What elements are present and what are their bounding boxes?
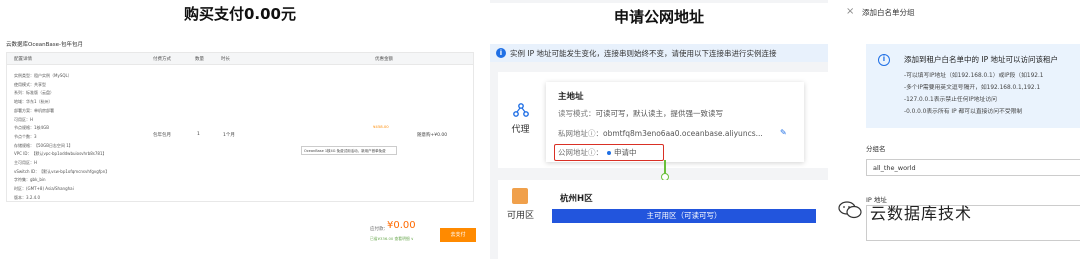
zone-side-label: 可用区 [506,211,534,221]
config-line: 版本：3.2.4.0 [14,194,40,200]
public-address-heading: 申请公网地址 [490,3,828,47]
table-row: 实例类型：租户实例（MySQL） 使用模式：共享型 系列：标准版（云盘） 地域：… [7,66,473,202]
config-line: VPC ID：【默认vpc-bp1oddwbuiosvhrb8s781】 [14,151,107,157]
proxy-label: 代理 [511,125,530,135]
public-address-label: 公网地址 [558,148,588,157]
network-icon [513,103,529,117]
zone-icon [512,188,528,204]
pay-button[interactable]: 去支付 [440,228,476,242]
duration-cell: 1个月 [223,133,235,138]
pay-amount: ¥0.00 [387,220,416,231]
pay-label: 应付款： [370,227,388,232]
info-line: -多个IP需要用英文逗号隔开，如192.168.0.1,192.1 [904,85,1041,91]
notice-text: 实例 IP 地址可能发生变化，连接串则始终不变，请使用以下连接串进行实例连接 [510,49,777,58]
config-line: 实例类型：租户实例（MySQL） [14,73,72,78]
config-line: 地域：华东1（杭州） [14,99,53,105]
order-title: 云数据库OceanBase-包年包月 [6,42,83,48]
config-line: 节点个数：3 [14,133,37,139]
info-line: -0.0.0.0表示所有 IP 都可以直接访问不受限制 [904,109,1023,115]
header-discount: 优惠金额 [375,57,393,62]
pay-type-cell: 包年包月 [153,133,171,138]
group-name-input[interactable]: all_the_world [866,159,1080,176]
header-config: 配置详情 [14,57,32,62]
pay-savings[interactable]: 已省¥336.00 查看明细 ∨ [370,236,414,242]
config-line: 部署方案：单机房部署 [14,107,54,113]
private-address-value[interactable]: obmtfq8m3eno6aa0.oceanbase.aliyuncs... [603,129,763,138]
config-details: 实例类型：租户实例（MySQL） 使用模式：共享型 系列：标准版（云盘） 地域：… [14,72,109,203]
primary-zone-bar[interactable]: 主可用区（可读可写） [552,209,816,223]
config-line: 存储规格：【50GB日志空间 1】 [14,142,73,148]
help-icon: ⓘ： [588,148,603,157]
rw-mode-value: 可读可写，默认读主，提供强一致读写 [595,109,724,118]
info-heading: 添加到租户白名单中的 IP 地址可以访问该租户 [904,55,1059,64]
private-address-line: 私网地址ⓘ：obmtfq8m3eno6aa0.oceanbase.aliyunc… [558,128,763,139]
group-name-label: 分组名 [866,145,886,153]
popup-title: 主地址 [558,92,584,102]
address-popup: 主地址 读写模式：可读可写，默认读主，提供强一致读写 私网地址ⓘ：obmtfq8… [546,82,804,162]
price-small: ¥458.00 [373,124,389,129]
zone-name: 杭州H区 [560,194,593,204]
order-table: 配置详情 付费方式 数量 时长 优惠金额 实例类型：租户实例（MySQL） 使用… [6,52,474,202]
status-dot-icon [607,150,611,155]
config-line: 主可用区：H [14,160,38,166]
config-line: vSwitch ID：【默认vsw-bp1ofqmcnsvhfgvgfpn】 [14,168,110,174]
close-icon[interactable]: × [846,6,854,17]
public-address-panel: 申请公网地址 i 实例 IP 地址可能发生变化，连接串则始终不变，请使用以下连接… [490,0,828,259]
config-line: 系列：标准版（云盘） [14,90,54,96]
header-quantity: 数量 [195,57,204,62]
header-duration: 时长 [221,57,230,62]
quantity-cell: 1 [197,132,200,137]
drawer-title: 添加白名单分组 [862,8,915,17]
info-line: -127.0.0.1表示禁止任何IP地址访问 [904,97,997,103]
help-icon: ⓘ： [588,129,603,138]
rw-mode-label: 读写模式： [558,109,596,118]
whitelist-drawer: × 添加白名单分组 i 添加到租户白名单中的 IP 地址可以访问该租户 -可以填… [838,0,1080,259]
proxy-side: 代理 [498,72,543,168]
header-pay-type: 付费方式 [153,57,171,62]
purchase-heading: 购买支付0.00元 [183,5,296,23]
order-table-header: 配置详情 付费方式 数量 时长 优惠金额 [7,53,473,65]
rw-mode-line: 读写模式：可读可写，默认读主，提供强一致读写 [558,108,723,119]
discount-cell: 随意购+¥0.00 [417,133,448,138]
wechat-icon [838,201,862,219]
config-line: 字符集：gbk_bin [14,177,46,183]
public-address-line: 公网地址ⓘ： 申请中 [558,147,637,158]
private-address-label: 私网地址 [558,129,588,138]
notice-bar: i 实例 IP 地址可能发生变化，连接串则始终不变，请使用以下连接串进行实例连接 [490,44,828,62]
proxy-card: 代理 主地址 读写模式：可读可写，默认读主，提供强一致读写 私网地址ⓘ：obmt… [498,72,828,168]
edit-icon[interactable]: ✎ [780,128,787,137]
info-line: -可以填写IP地址（如192.168.0.1）或IP段（如192.1 [904,73,1044,79]
config-line: 使用模式：共享型 [14,81,46,87]
screenshot-root: 购买支付0.00元 云数据库OceanBase-包年包月 配置详情 付费方式 数… [0,0,1080,259]
config-line: 可用区：H [14,116,34,122]
watermark-text: 云数据库技术 [870,204,973,223]
promo-tooltip: OceanBase 1核4G 免费试用活动，新用户首单免费 [301,146,397,155]
purchase-panel: 购买支付0.00元 云数据库OceanBase-包年包月 配置详情 付费方式 数… [0,0,480,259]
zone-card: 可用区 杭州H区 主可用区（可读可写） [498,180,828,259]
info-icon: i [878,54,890,66]
config-line: 时区：(GMT+8) Asia/Shanghai [14,186,74,192]
info-icon: i [496,48,506,58]
config-line: 节点规格：1核4GB [14,125,49,131]
whitelist-info-box: i 添加到租户白名单中的 IP 地址可以访问该租户 -可以填写IP地址（如192… [866,44,1080,128]
public-address-status: 申请中 [614,148,637,157]
